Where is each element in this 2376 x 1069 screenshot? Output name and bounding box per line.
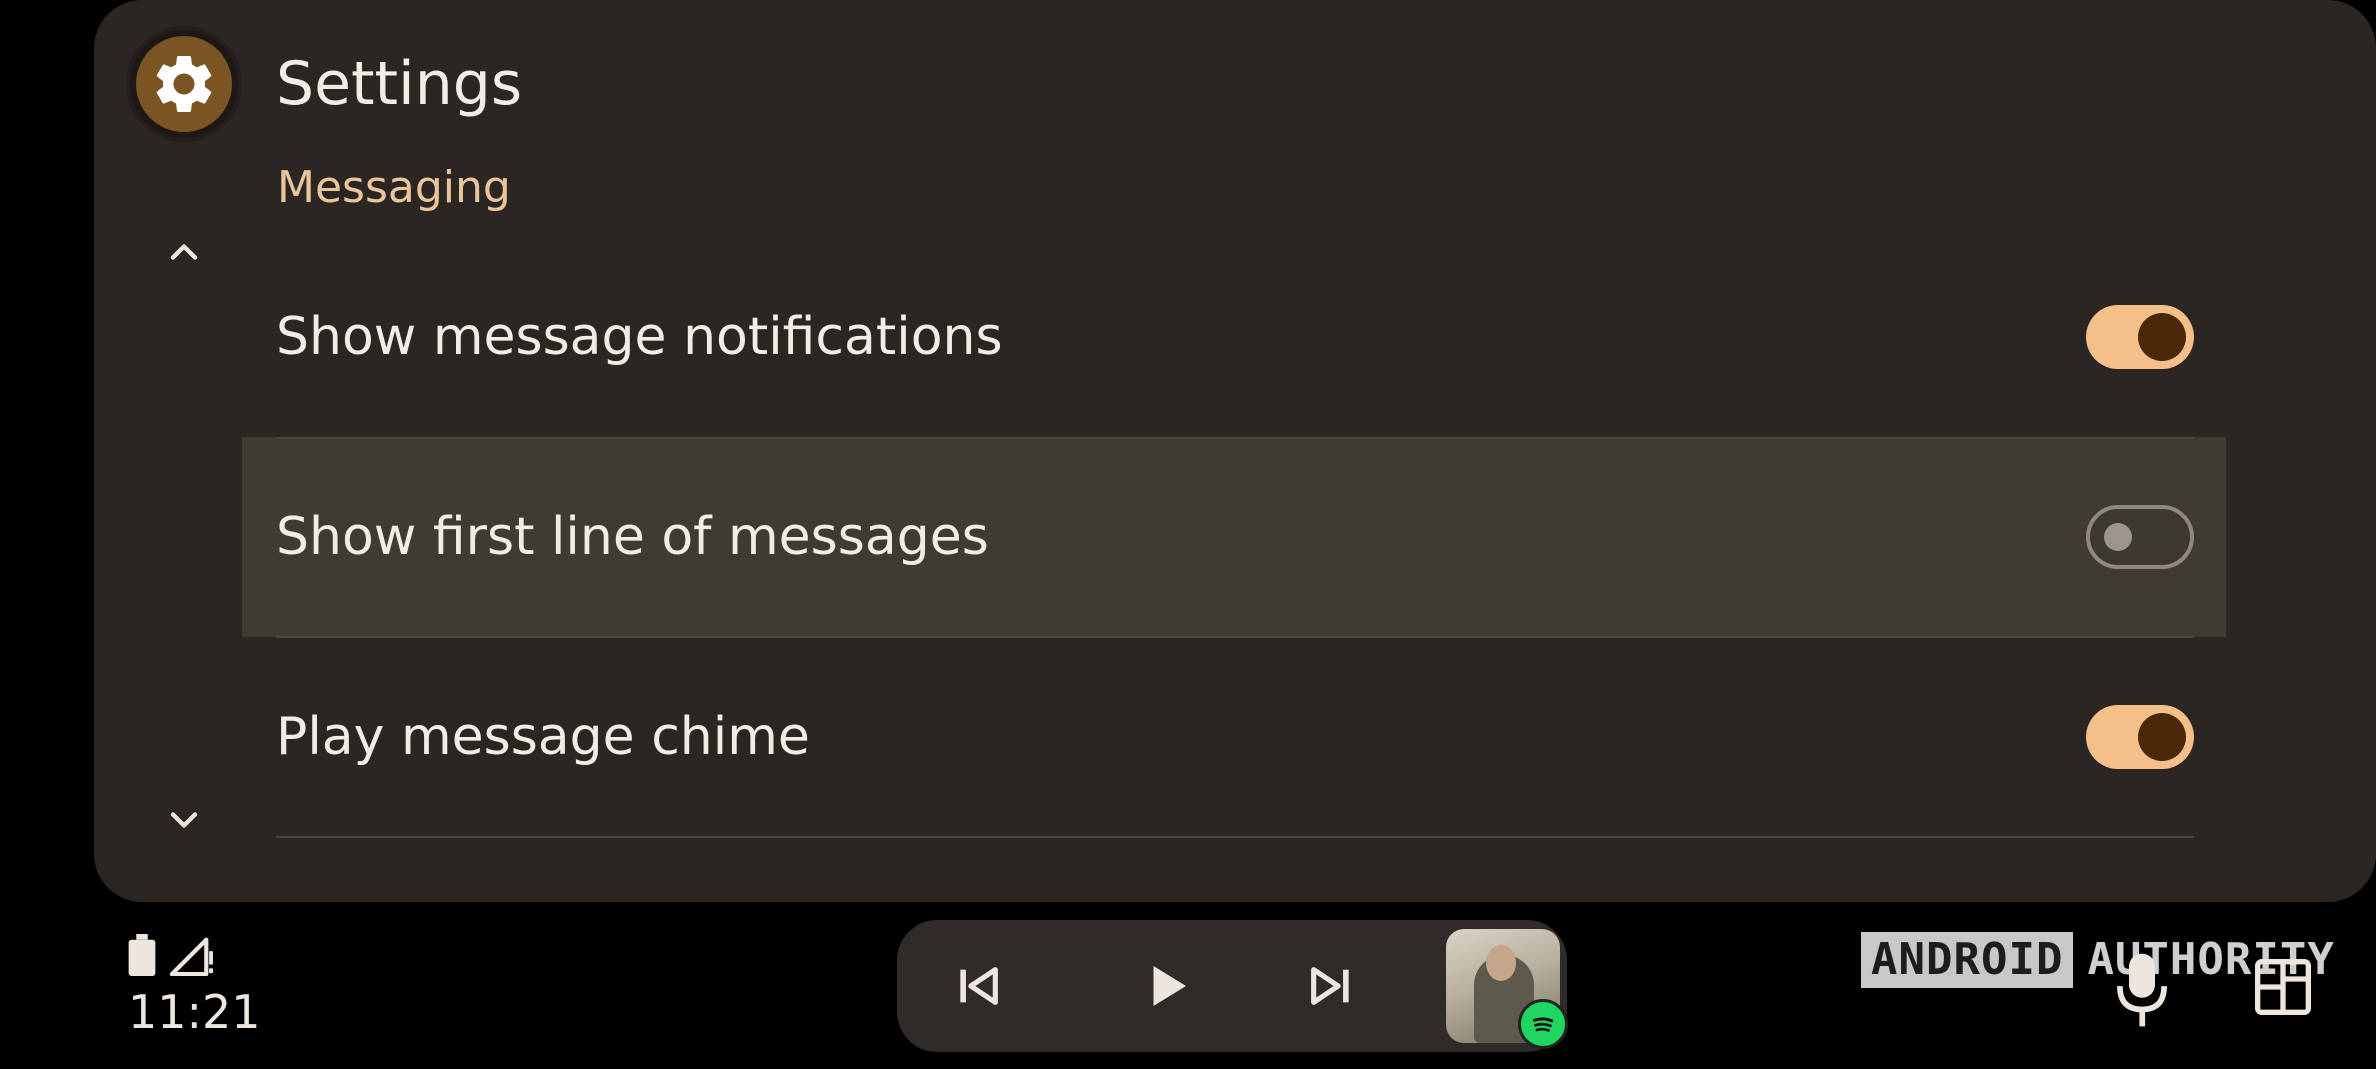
skip-next-icon [1311, 967, 1349, 1005]
toggle-switch-on[interactable] [2086, 705, 2194, 769]
spotify-icon [1532, 1017, 1554, 1032]
scroll-down-button[interactable] [160, 796, 208, 844]
next-track-button[interactable] [1298, 954, 1362, 1018]
setting-label: Play message chime [276, 707, 810, 767]
divider [276, 636, 2194, 638]
signal-alert-icon [169, 937, 213, 976]
spotify-badge [1518, 999, 1568, 1049]
battery-icon [128, 934, 156, 976]
clock: 11:21 [128, 985, 261, 1039]
section-heading-messaging: Messaging [277, 162, 511, 213]
gear-icon [156, 55, 212, 112]
watermark-boxed-text: ANDROID [1861, 932, 2074, 988]
setting-row-show-first-line[interactable]: Show first line of messages [276, 457, 2194, 617]
play-icon [1153, 966, 1186, 1006]
toggle-switch-off[interactable] [2086, 505, 2194, 569]
previous-track-button[interactable] [947, 954, 1011, 1018]
setting-row-show-message-notifications[interactable]: Show message notifications [276, 257, 2194, 417]
microphone-icon [2117, 953, 2167, 1027]
toggle-knob [2138, 313, 2186, 361]
scroll-up-button[interactable] [160, 228, 208, 276]
divider [276, 437, 2194, 439]
toggle-knob [2104, 523, 2132, 551]
play-button[interactable] [1134, 954, 1198, 1018]
skip-previous-icon [960, 967, 998, 1005]
page-title: Settings [276, 49, 523, 119]
app-grid-icon [2255, 959, 2311, 1015]
album-figure-head [1486, 945, 1516, 981]
toggle-switch-on[interactable] [2086, 305, 2194, 369]
divider [276, 836, 2194, 838]
setting-label: Show message notifications [276, 307, 1003, 367]
toggle-knob [2138, 713, 2186, 761]
app-launcher-button[interactable] [2251, 955, 2315, 1019]
chevron-up-icon [170, 244, 198, 260]
settings-app-icon[interactable] [130, 30, 238, 138]
setting-label: Show first line of messages [276, 507, 989, 567]
chevron-down-icon [170, 812, 198, 828]
setting-row-play-message-chime[interactable]: Play message chime [276, 657, 2194, 817]
voice-assistant-button[interactable] [2113, 951, 2171, 1029]
